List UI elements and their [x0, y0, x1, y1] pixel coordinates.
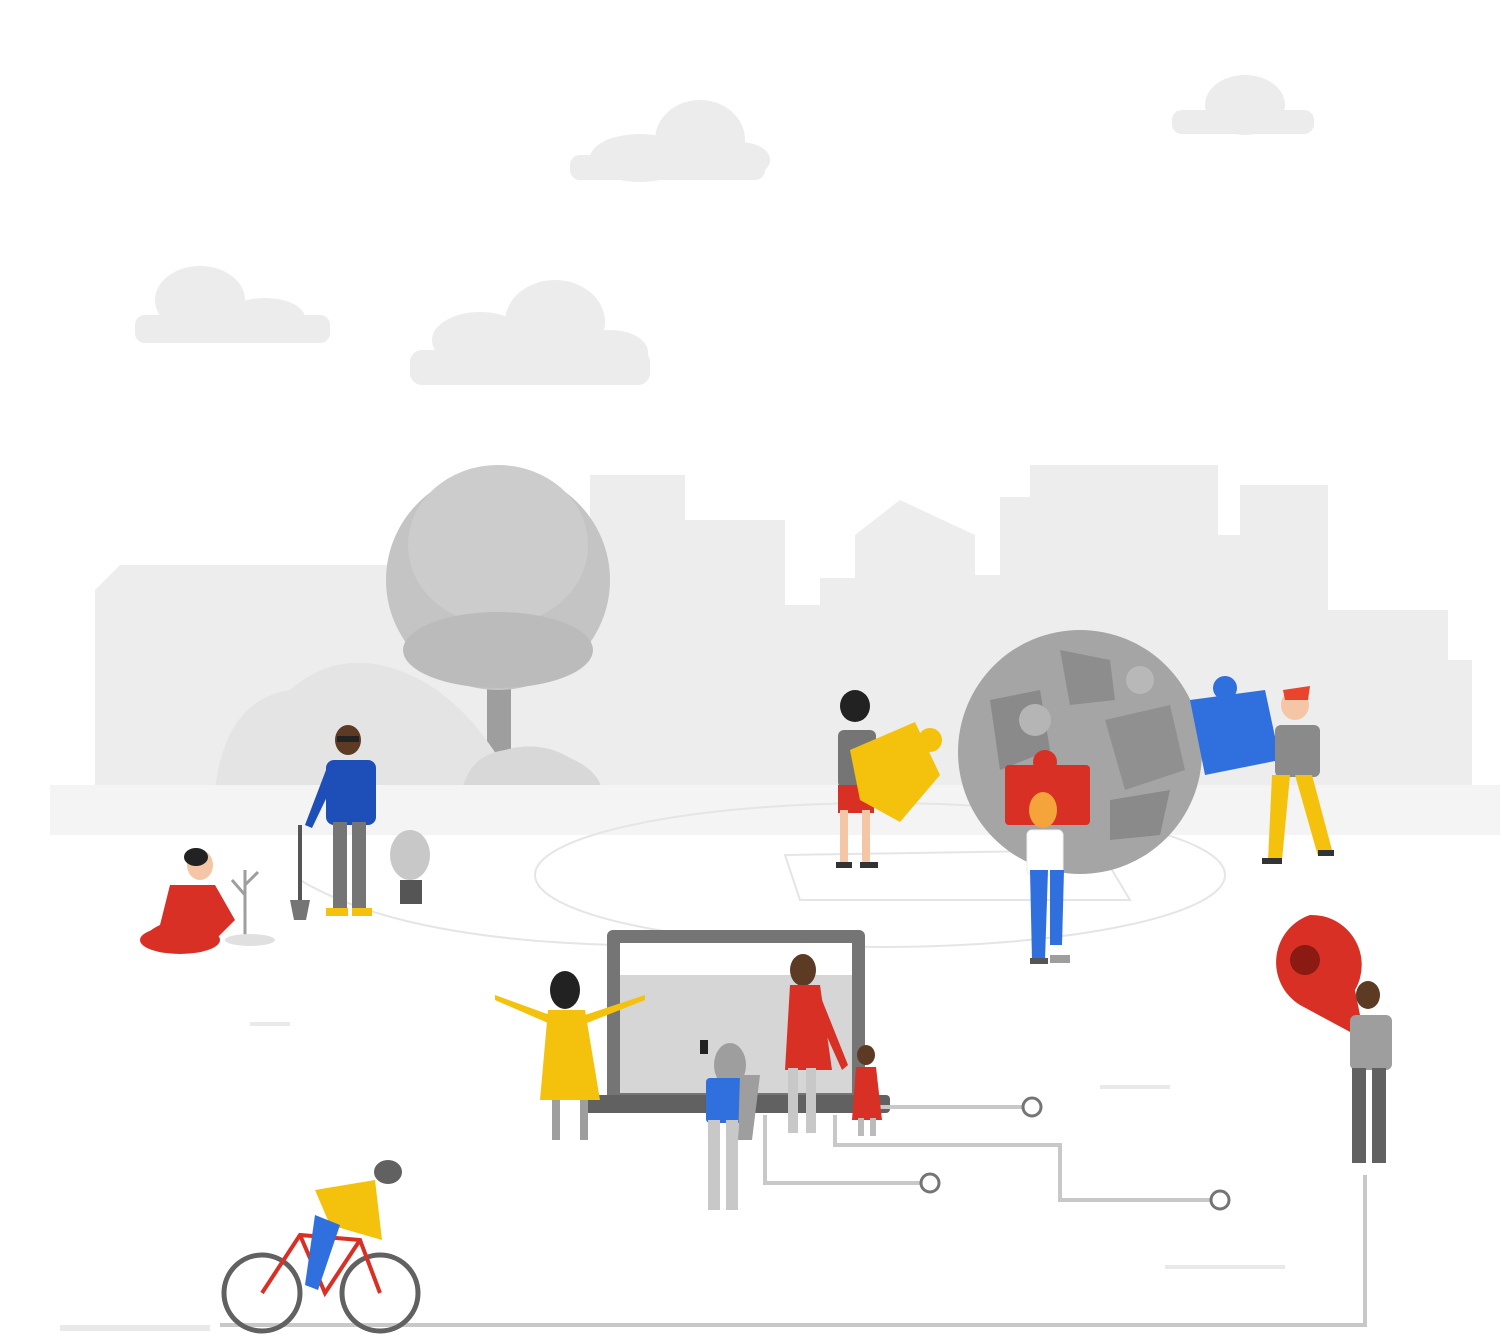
illustration-scene	[50, 75, 1500, 1334]
cyclist	[221, 1160, 421, 1334]
globe-puzzle-icon	[958, 630, 1202, 874]
person-planting	[140, 848, 275, 954]
sapling	[230, 870, 260, 935]
potted-plant-icon	[390, 830, 430, 904]
cloud-icon	[1172, 75, 1314, 135]
cloud-icon	[570, 100, 770, 182]
shovel-icon	[290, 825, 310, 920]
map-pin-person	[1276, 914, 1392, 1163]
cloud-icon	[135, 266, 330, 343]
puzzle-piece-icon	[1190, 690, 1280, 775]
clouds	[135, 75, 1314, 385]
cloud-icon	[410, 280, 650, 385]
